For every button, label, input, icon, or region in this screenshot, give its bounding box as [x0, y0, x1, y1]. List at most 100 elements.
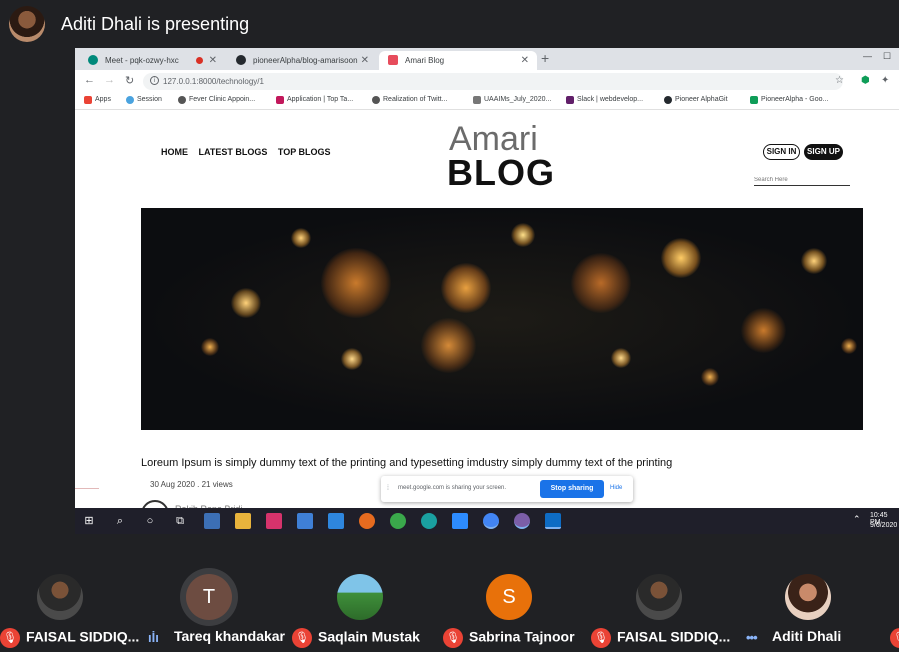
speaking-icon: ıİı — [148, 629, 159, 645]
site-nav: HOME LATEST BLOGS TOP BLOGS — [161, 147, 339, 157]
forward-arrow-icon[interactable]: → — [104, 74, 115, 86]
nav-latest-blogs[interactable]: LATEST BLOGS — [199, 147, 268, 157]
store-icon[interactable] — [204, 513, 220, 529]
bookmark-item[interactable]: UAAIMs_July_2020... — [473, 96, 551, 104]
tab-label: Meet - pqk-ozwy-hxc — [105, 56, 179, 65]
nav-top-blogs[interactable]: TOP BLOGS — [278, 147, 331, 157]
post-title[interactable]: Loreum Ipsum is simply dummy text of the… — [141, 457, 672, 469]
participant-avatar[interactable]: T — [186, 574, 232, 620]
post-meta: 30 Aug 2020 . 21 views — [150, 480, 233, 489]
close-icon[interactable]: ✕ — [521, 55, 529, 66]
participant-name-row: ıİı Tareq khandakar — [148, 628, 285, 645]
firefox-icon[interactable] — [359, 513, 375, 529]
participants-strip: 🎙 FAISAL SIDDIQ... T ıİı Tareq khandakar 🎙… — [0, 534, 899, 652]
tab-github[interactable]: pioneerAlpha/blog-amarisoon ✕ — [227, 51, 377, 70]
bokeh-light — [421, 318, 476, 373]
bookmark-item[interactable]: Apps — [84, 96, 111, 104]
participant-name: Tareq khandakar — [174, 628, 286, 644]
new-tab-button[interactable]: + — [541, 50, 549, 66]
bookmark-item[interactable]: Fever Clinic Appoin... — [178, 96, 255, 104]
close-icon[interactable]: ✕ — [209, 55, 217, 66]
reload-icon[interactable]: ↻ — [125, 74, 134, 87]
participant-avatar[interactable]: S — [486, 574, 532, 620]
chrome-icon[interactable] — [483, 513, 499, 529]
bokeh-light — [741, 308, 786, 353]
close-icon[interactable]: ✕ — [361, 55, 369, 66]
tab-amari-blog[interactable]: Amari Blog ✕ — [379, 51, 537, 70]
bookmarks-bar: Apps Session Fever Clinic Appoin... Appl… — [75, 92, 899, 110]
site-logo-bottom[interactable]: BLOG — [447, 152, 555, 194]
mic-off-icon: 🎙 — [591, 628, 611, 648]
sign-in-button[interactable]: SIGN IN — [763, 144, 800, 160]
bookmark-item[interactable]: Realization of Twitt... — [372, 96, 447, 104]
drag-handle-icon[interactable]: ⁞ — [387, 485, 389, 492]
globe-icon — [372, 96, 380, 104]
hide-link[interactable]: Hide — [610, 485, 622, 491]
bookmark-item[interactable]: Slack | webdevelop... — [566, 96, 643, 104]
bookmark-item[interactable]: Pioneer AlphaGit — [664, 96, 728, 104]
windows-start-icon[interactable]: ⊞ — [81, 513, 97, 529]
participant-name: FAISAL SIDDIQ... — [26, 628, 140, 645]
clock-date[interactable]: 9/6/2020 — [870, 522, 897, 529]
bookmark-item[interactable]: Session — [126, 96, 162, 104]
participant-name: Sabrina Tajnoor — [469, 628, 575, 645]
minimize-icon[interactable]: — — [863, 51, 872, 61]
info-icon[interactable]: i — [150, 76, 159, 85]
back-arrow-icon[interactable]: ← — [84, 74, 95, 86]
participant-name-row: 🎙 — [890, 628, 899, 648]
bokeh-light — [611, 348, 631, 368]
app-icon[interactable] — [514, 513, 530, 529]
search-icon[interactable]: ⌕ — [112, 513, 128, 529]
slack-icon — [566, 96, 574, 104]
url-text: 127.0.0.1:8000/technology/1 — [163, 77, 264, 86]
bokeh-light — [321, 248, 391, 318]
file-explorer-icon[interactable] — [235, 513, 251, 529]
sign-up-button[interactable]: SIGN UP — [804, 144, 843, 160]
github-icon — [664, 96, 672, 104]
edge-icon[interactable] — [421, 513, 437, 529]
participant-name-row: ••• Aditi Dhali — [746, 628, 841, 645]
star-icon[interactable]: ☆ — [835, 75, 844, 86]
mic-off-icon: 🎙 — [292, 628, 312, 648]
bookmark-item[interactable]: Application | Top Ta... — [276, 96, 353, 104]
maximize-icon[interactable]: ☐ — [883, 51, 891, 62]
screen-share-bar: ⁞ meet.google.com is sharing your screen… — [381, 476, 633, 502]
shared-screen: Meet - pqk-ozwy-hxc ✕ pioneerAlpha/blog-… — [75, 48, 899, 534]
participant-avatar[interactable] — [337, 574, 383, 620]
tab-meet[interactable]: Meet - pqk-ozwy-hxc ✕ — [79, 51, 225, 70]
task-view-icon[interactable]: ⧉ — [172, 513, 188, 529]
vscode-icon[interactable] — [545, 513, 561, 529]
participant-avatar[interactable] — [636, 574, 682, 620]
bookmark-item[interactable]: PioneerAlpha - Goo... — [750, 96, 828, 104]
search-input[interactable] — [754, 174, 850, 186]
toptal-icon — [276, 96, 284, 104]
cortana-icon[interactable]: ○ — [142, 513, 158, 529]
participant-name: FAISAL SIDDIQ... — [617, 628, 731, 645]
participant-avatar[interactable] — [785, 574, 831, 620]
participant-avatar[interactable] — [37, 574, 83, 620]
side-panel-edge — [75, 488, 99, 508]
share-notice: meet.google.com is sharing your screen. — [398, 485, 507, 491]
chevron-up-icon[interactable]: ⌃ — [853, 514, 861, 525]
nav-home[interactable]: HOME — [161, 147, 188, 157]
google-drive-icon — [750, 96, 758, 104]
participant-name: Saqlain Mustak — [318, 628, 420, 645]
zoom-icon[interactable] — [452, 513, 468, 529]
meet-favicon-icon — [88, 55, 98, 65]
tab-label: Amari Blog — [405, 56, 445, 65]
participant-name-row: 🎙 FAISAL SIDDIQ... — [0, 628, 139, 648]
laravel-favicon-icon — [388, 55, 398, 65]
address-bar[interactable]: i 127.0.0.1:8000/technology/1 — [143, 73, 843, 90]
app-icon[interactable] — [390, 513, 406, 529]
participant-name: Aditi Dhali — [772, 628, 842, 644]
app-icon[interactable] — [266, 513, 282, 529]
bokeh-light — [231, 288, 261, 318]
app-icon[interactable] — [297, 513, 313, 529]
presenting-banner: Aditi Dhali is presenting — [61, 14, 250, 34]
participant-name-row: 🎙 Sabrina Tajnoor — [443, 628, 575, 648]
app-icon[interactable] — [328, 513, 344, 529]
puzzle-extension-icon[interactable]: ✦ — [881, 75, 889, 86]
shield-extension-icon[interactable]: ⬢ — [861, 75, 870, 86]
bokeh-light — [701, 368, 719, 386]
stop-sharing-button[interactable]: Stop sharing — [540, 480, 604, 498]
